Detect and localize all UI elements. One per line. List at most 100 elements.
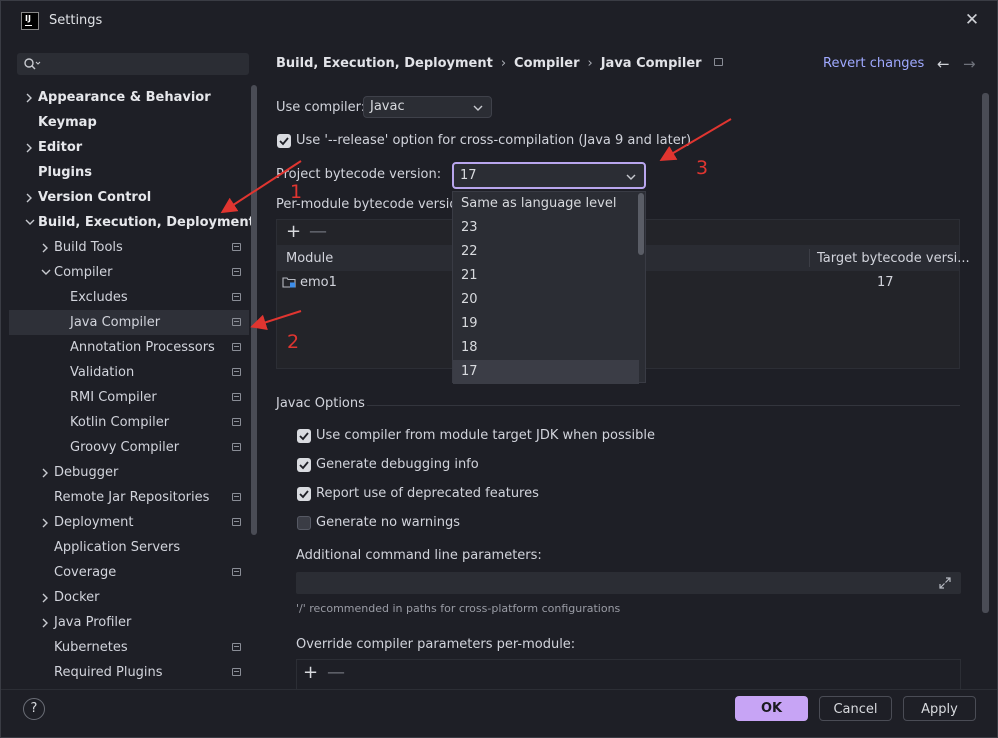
sidebar-item-label: RMI Compiler bbox=[70, 390, 157, 405]
dropdown-option[interactable]: 17 bbox=[453, 360, 639, 384]
project-scope-icon bbox=[232, 643, 241, 651]
sidebar-item[interactable]: Kotlin Compiler bbox=[9, 410, 249, 435]
sidebar-item[interactable]: Keymap bbox=[9, 110, 249, 135]
sidebar-item[interactable]: Docker bbox=[9, 585, 249, 610]
sidebar-item-label: Required Plugins bbox=[54, 665, 163, 680]
sidebar-item[interactable]: RMI Compiler bbox=[9, 385, 249, 410]
sidebar-item-label: Remote Jar Repositories bbox=[54, 490, 210, 505]
dropdown-option[interactable]: 20 bbox=[453, 288, 639, 312]
sidebar-item[interactable]: Deployment bbox=[9, 510, 249, 535]
dropdown-option[interactable]: 19 bbox=[453, 312, 639, 336]
check-icon bbox=[299, 432, 309, 441]
chevron-right-icon[interactable] bbox=[39, 235, 51, 260]
dropdown-option[interactable]: 21 bbox=[453, 264, 639, 288]
forward-arrow-icon[interactable]: → bbox=[963, 55, 976, 73]
chevron-right-icon[interactable] bbox=[23, 85, 35, 110]
close-icon[interactable]: ✕ bbox=[963, 11, 981, 29]
params-hint: '/' recommended in paths for cross-platf… bbox=[296, 602, 621, 615]
override-params-table: + — bbox=[296, 659, 961, 689]
use-compiler-select[interactable]: Javac bbox=[363, 96, 492, 118]
sidebar-item-label: Kubernetes bbox=[54, 640, 128, 655]
settings-window: IJ Settings ✕ Appearance & Behavior Keyma… bbox=[0, 0, 998, 738]
sidebar-item[interactable]: Build Tools bbox=[9, 235, 249, 260]
help-button[interactable]: ? bbox=[23, 698, 45, 720]
chevron-right-icon[interactable] bbox=[39, 460, 51, 485]
chevron-right-icon[interactable] bbox=[39, 610, 51, 635]
chevron-down-icon[interactable] bbox=[23, 210, 35, 235]
use-compiler-value: Javac bbox=[370, 99, 405, 114]
sidebar-item[interactable]: Build, Execution, Deployment bbox=[9, 210, 255, 235]
sidebar-item[interactable]: Validation bbox=[9, 360, 249, 385]
settings-sidebar: Appearance & Behavior Keymap Editor Plugins… bbox=[1, 41, 259, 689]
sidebar-item[interactable]: Groovy Compiler bbox=[9, 435, 249, 460]
remove-override-button[interactable]: — bbox=[327, 662, 345, 683]
settings-tree: Appearance & Behavior Keymap Editor Plugins… bbox=[9, 85, 255, 685]
sidebar-scrollbar[interactable] bbox=[251, 85, 257, 535]
javac-option-label: Report use of deprecated features bbox=[316, 486, 539, 501]
bytecode-version-dropdown: Same as language level 23 22 21 20 19 18 17 bbox=[452, 191, 646, 384]
sidebar-item-label: Coverage bbox=[54, 565, 117, 580]
sidebar-item[interactable]: Version Control bbox=[9, 185, 249, 210]
column-target-bytecode[interactable]: Target bytecode versi... bbox=[817, 251, 970, 266]
additional-params-input[interactable] bbox=[296, 572, 961, 594]
ok-button[interactable]: OK bbox=[735, 696, 808, 721]
javac-option-checkbox[interactable] bbox=[297, 516, 311, 530]
sidebar-item[interactable]: Application Servers bbox=[9, 535, 249, 560]
sidebar-item-label: Build, Execution, Deployment bbox=[38, 215, 255, 230]
sidebar-item[interactable]: Coverage bbox=[9, 560, 249, 585]
annotation-label-1: 1 bbox=[290, 181, 303, 203]
search-input[interactable] bbox=[17, 53, 249, 75]
bytecode-version-select[interactable]: 17 bbox=[452, 162, 646, 189]
revert-changes-link[interactable]: Revert changes bbox=[823, 56, 924, 71]
sidebar-item[interactable]: Java Profiler bbox=[9, 610, 249, 635]
sidebar-item[interactable]: Kubernetes bbox=[9, 635, 249, 660]
dropdown-option[interactable]: 18 bbox=[453, 336, 639, 360]
project-scope-icon bbox=[232, 268, 241, 276]
chevron-right-icon[interactable] bbox=[39, 585, 51, 610]
add-override-button[interactable]: + bbox=[303, 662, 318, 683]
chevron-right-icon[interactable] bbox=[23, 135, 35, 160]
cancel-button[interactable]: Cancel bbox=[819, 696, 892, 721]
sidebar-item[interactable]: Excludes bbox=[9, 285, 249, 310]
main-scrollbar[interactable] bbox=[982, 93, 989, 613]
release-option-label: Use '--release' option for cross-compila… bbox=[296, 133, 692, 148]
chevron-right-icon[interactable] bbox=[39, 510, 51, 535]
sidebar-item[interactable]: Appearance & Behavior bbox=[9, 85, 249, 110]
sidebar-item[interactable]: Annotation Processors bbox=[9, 335, 249, 360]
chevron-right-icon[interactable] bbox=[23, 185, 35, 210]
expand-icon[interactable] bbox=[938, 576, 952, 590]
sidebar-item[interactable]: Remote Jar Repositories bbox=[9, 485, 249, 510]
sidebar-item[interactable]: Debugger bbox=[9, 460, 249, 485]
dropdown-option[interactable]: 22 bbox=[453, 240, 639, 264]
search-icon bbox=[24, 58, 41, 70]
sidebar-item[interactable]: Plugins bbox=[9, 160, 249, 185]
project-scope-icon bbox=[232, 568, 241, 576]
apply-button[interactable]: Apply bbox=[903, 696, 976, 721]
module-folder-icon bbox=[282, 277, 296, 288]
dropdown-option[interactable]: 23 bbox=[453, 216, 639, 240]
project-scope-icon bbox=[232, 368, 241, 376]
sidebar-item[interactable]: Compiler bbox=[9, 260, 249, 285]
sidebar-item-label: Compiler bbox=[54, 265, 113, 280]
sidebar-item-label: Annotation Processors bbox=[70, 340, 215, 355]
add-module-button[interactable]: + bbox=[286, 221, 301, 242]
sidebar-item-label: Java Compiler bbox=[70, 315, 161, 330]
breadcrumb-part[interactable]: Build, Execution, Deployment bbox=[276, 56, 493, 71]
project-scope-icon bbox=[232, 443, 241, 451]
breadcrumb-part[interactable]: Compiler bbox=[514, 56, 579, 71]
sidebar-item[interactable]: Required Plugins bbox=[9, 660, 249, 685]
back-arrow-icon[interactable]: ← bbox=[937, 55, 950, 73]
sidebar-item-label: Docker bbox=[54, 590, 100, 605]
dropdown-option[interactable]: Same as language level bbox=[453, 192, 639, 216]
javac-option-checkbox[interactable] bbox=[297, 429, 311, 443]
javac-option-checkbox[interactable] bbox=[297, 487, 311, 501]
sidebar-item[interactable]: Editor bbox=[9, 135, 249, 160]
sidebar-item[interactable]: Java Compiler bbox=[9, 310, 249, 335]
chevron-down-icon[interactable] bbox=[39, 260, 51, 285]
javac-option-checkbox[interactable] bbox=[297, 458, 311, 472]
release-option-checkbox[interactable] bbox=[277, 134, 291, 148]
column-module[interactable]: Module bbox=[286, 251, 333, 266]
remove-module-button[interactable]: — bbox=[309, 221, 327, 242]
use-compiler-label: Use compiler: bbox=[276, 100, 366, 115]
window-title: Settings bbox=[49, 13, 103, 28]
